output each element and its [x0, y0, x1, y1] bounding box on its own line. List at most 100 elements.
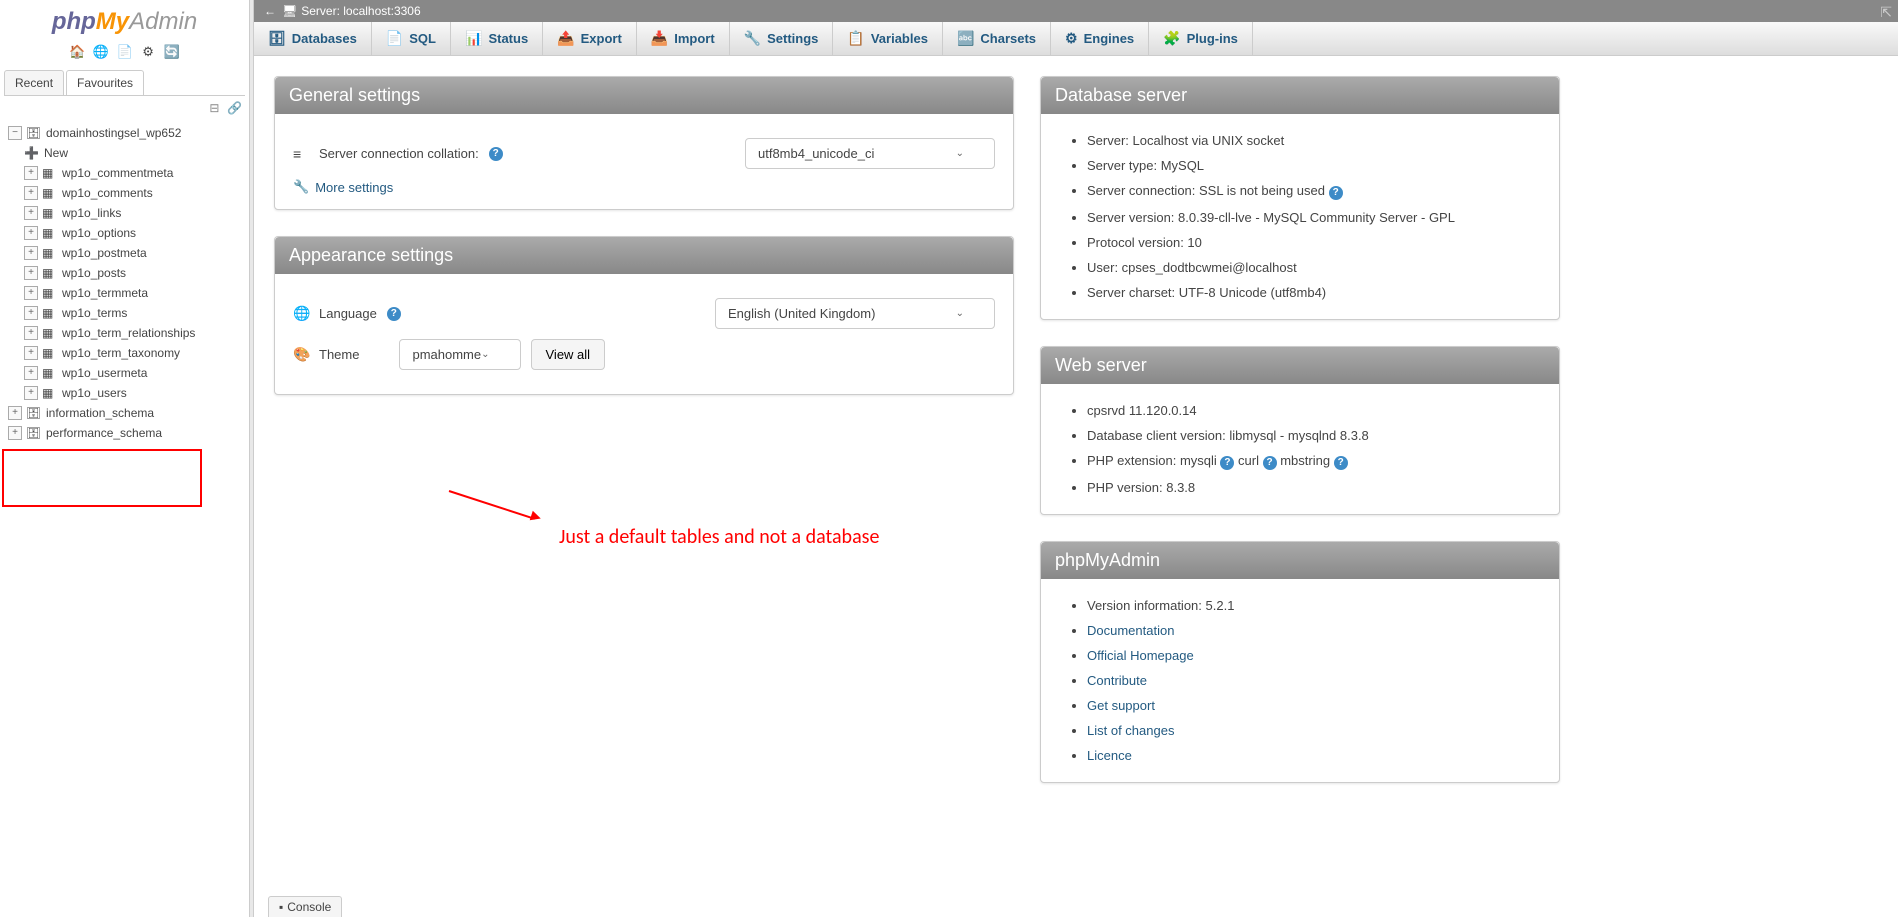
tab-icon: 🔧: [744, 30, 761, 47]
plus-icon[interactable]: +: [24, 186, 38, 200]
plus-icon[interactable]: +: [24, 326, 38, 340]
plus-icon[interactable]: +: [24, 346, 38, 360]
panel-title: General settings: [275, 77, 1013, 114]
tab-icon: ⚙: [1065, 30, 1078, 47]
logout-icon[interactable]: 🌐: [93, 44, 109, 60]
reload-icon[interactable]: 🔄: [164, 44, 180, 60]
pma-link[interactable]: Licence: [1087, 748, 1132, 763]
collation-select[interactable]: utf8mb4_unicode_ci ⌄: [745, 138, 995, 169]
help-icon[interactable]: ?: [1220, 456, 1234, 470]
tab-plug-ins[interactable]: 🧩Plug-ins: [1149, 22, 1253, 55]
pma-link[interactable]: Official Homepage: [1087, 648, 1194, 663]
breadcrumb: ← 🖥 Server: localhost:3306 ⇱: [254, 0, 1898, 22]
docs-icon[interactable]: 📄: [117, 44, 133, 60]
tab-import[interactable]: 📥Import: [637, 22, 730, 55]
plus-icon[interactable]: +: [24, 386, 38, 400]
help-icon[interactable]: ?: [1329, 186, 1343, 200]
table-node[interactable]: +▦wp1o_usermeta: [0, 363, 249, 383]
phpmyadmin-logo[interactable]: phpMyAdmin: [0, 0, 249, 40]
view-all-button[interactable]: View all: [531, 339, 606, 370]
info-item: Protocol version: 10: [1087, 230, 1541, 255]
tab-engines[interactable]: ⚙Engines: [1051, 22, 1149, 55]
info-item: User: cpses_dodtbcwmei@localhost: [1087, 255, 1541, 280]
plus-icon[interactable]: +: [24, 306, 38, 320]
collapse-panel-icon[interactable]: ⇱: [1880, 4, 1892, 21]
tab-settings[interactable]: 🔧Settings: [730, 22, 834, 55]
plus-icon[interactable]: +: [24, 166, 38, 180]
info-item: Contribute: [1087, 668, 1541, 693]
help-icon[interactable]: ?: [1334, 456, 1348, 470]
tab-favourites[interactable]: Favourites: [66, 70, 144, 95]
sidebar-toolbar: 🏠 🌐 📄 ⚙ 🔄: [0, 40, 249, 64]
table-node[interactable]: + ▦ wp1o_options: [0, 223, 249, 243]
db-node-perf-schema[interactable]: + 🗄 performance_schema: [0, 423, 249, 443]
help-icon[interactable]: ?: [1263, 456, 1277, 470]
plus-icon[interactable]: +: [24, 226, 38, 240]
table-node[interactable]: +▦wp1o_postmeta: [0, 243, 249, 263]
table-node[interactable]: +▦wp1o_posts: [0, 263, 249, 283]
tab-export[interactable]: 📤Export: [543, 22, 637, 55]
pma-link[interactable]: Get support: [1087, 698, 1155, 713]
table-name: wp1o_commentmeta: [62, 166, 173, 180]
table-name: wp1o_comments: [62, 186, 153, 200]
plus-icon[interactable]: +: [8, 406, 22, 420]
tab-databases[interactable]: 🗄Databases: [254, 22, 372, 55]
minus-icon[interactable]: −: [8, 126, 22, 140]
info-item: List of changes: [1087, 718, 1541, 743]
table-node[interactable]: +▦wp1o_termmeta: [0, 283, 249, 303]
new-node[interactable]: ➕ New: [0, 143, 249, 163]
table-icon: ▦: [42, 286, 58, 300]
plus-icon[interactable]: +: [24, 366, 38, 380]
table-node[interactable]: +▦wp1o_term_relationships: [0, 323, 249, 343]
tab-sql[interactable]: 📄SQL: [372, 22, 451, 55]
tab-icon: 🧩: [1163, 30, 1180, 47]
table-node[interactable]: +▦wp1o_comments: [0, 183, 249, 203]
plus-icon[interactable]: +: [24, 266, 38, 280]
database-icon: 🗄: [26, 406, 42, 420]
table-icon: ▦: [42, 246, 58, 260]
language-select[interactable]: English (United Kingdom) ⌄: [715, 298, 995, 329]
table-node[interactable]: +▦wp1o_terms: [0, 303, 249, 323]
link-icon[interactable]: 🔗: [227, 101, 241, 115]
help-icon[interactable]: ?: [489, 147, 503, 161]
theme-label: Theme: [319, 347, 359, 362]
table-node[interactable]: +▦wp1o_term_taxonomy: [0, 343, 249, 363]
home-icon[interactable]: 🏠: [69, 44, 85, 60]
pma-link[interactable]: Documentation: [1087, 623, 1174, 638]
plus-icon[interactable]: +: [24, 286, 38, 300]
info-item: Server version: 8.0.39-cll-lve - MySQL C…: [1087, 205, 1541, 230]
more-settings-link[interactable]: More settings: [315, 180, 393, 195]
settings-icon[interactable]: ⚙: [140, 44, 156, 60]
chevron-down-icon: ⌄: [956, 308, 964, 319]
pma-link[interactable]: List of changes: [1087, 723, 1174, 738]
database-tree: − 🗄 domainhostingsel_wp652 ➕ New +▦wp1o_…: [0, 119, 249, 447]
table-icon: ▦: [42, 326, 58, 340]
theme-select[interactable]: pmahomme ⌄: [399, 339, 520, 370]
table-node[interactable]: +▦wp1o_links: [0, 203, 249, 223]
table-icon: ▦: [42, 226, 58, 240]
collapse-tree-icon[interactable]: ⊟: [205, 101, 219, 115]
console-toggle[interactable]: ▪ Console: [268, 896, 342, 917]
tab-status[interactable]: 📊Status: [451, 22, 543, 55]
pma-link[interactable]: Contribute: [1087, 673, 1147, 688]
tab-charsets[interactable]: 🔤Charsets: [943, 22, 1051, 55]
back-arrow-icon[interactable]: ←: [264, 4, 276, 18]
chevron-down-icon: ⌄: [481, 349, 489, 360]
breadcrumb-server[interactable]: Server: localhost:3306: [301, 4, 420, 18]
plus-icon[interactable]: +: [24, 246, 38, 260]
table-icon: ▦: [42, 166, 58, 180]
db-node[interactable]: − 🗄 domainhostingsel_wp652: [0, 123, 249, 143]
tab-variables[interactable]: 📋Variables: [833, 22, 943, 55]
info-item: PHP version: 8.3.8: [1087, 475, 1541, 500]
table-name: wp1o_options: [62, 226, 136, 240]
info-item: PHP extension: mysqli ? curl ? mbstring …: [1087, 448, 1541, 475]
plus-icon[interactable]: +: [24, 206, 38, 220]
help-icon[interactable]: ?: [387, 307, 401, 321]
table-node[interactable]: + ▦ wp1o_commentmeta: [0, 163, 249, 183]
sidebar-nav-tabs: Recent Favourites: [4, 70, 245, 96]
tab-recent[interactable]: Recent: [4, 70, 64, 95]
sidebar: phpMyAdmin 🏠 🌐 📄 ⚙ 🔄 Recent Favourites ⊟…: [0, 0, 250, 917]
table-node[interactable]: +▦wp1o_users: [0, 383, 249, 403]
plus-icon[interactable]: +: [8, 426, 22, 440]
db-node-info-schema[interactable]: + 🗄 information_schema: [0, 403, 249, 423]
